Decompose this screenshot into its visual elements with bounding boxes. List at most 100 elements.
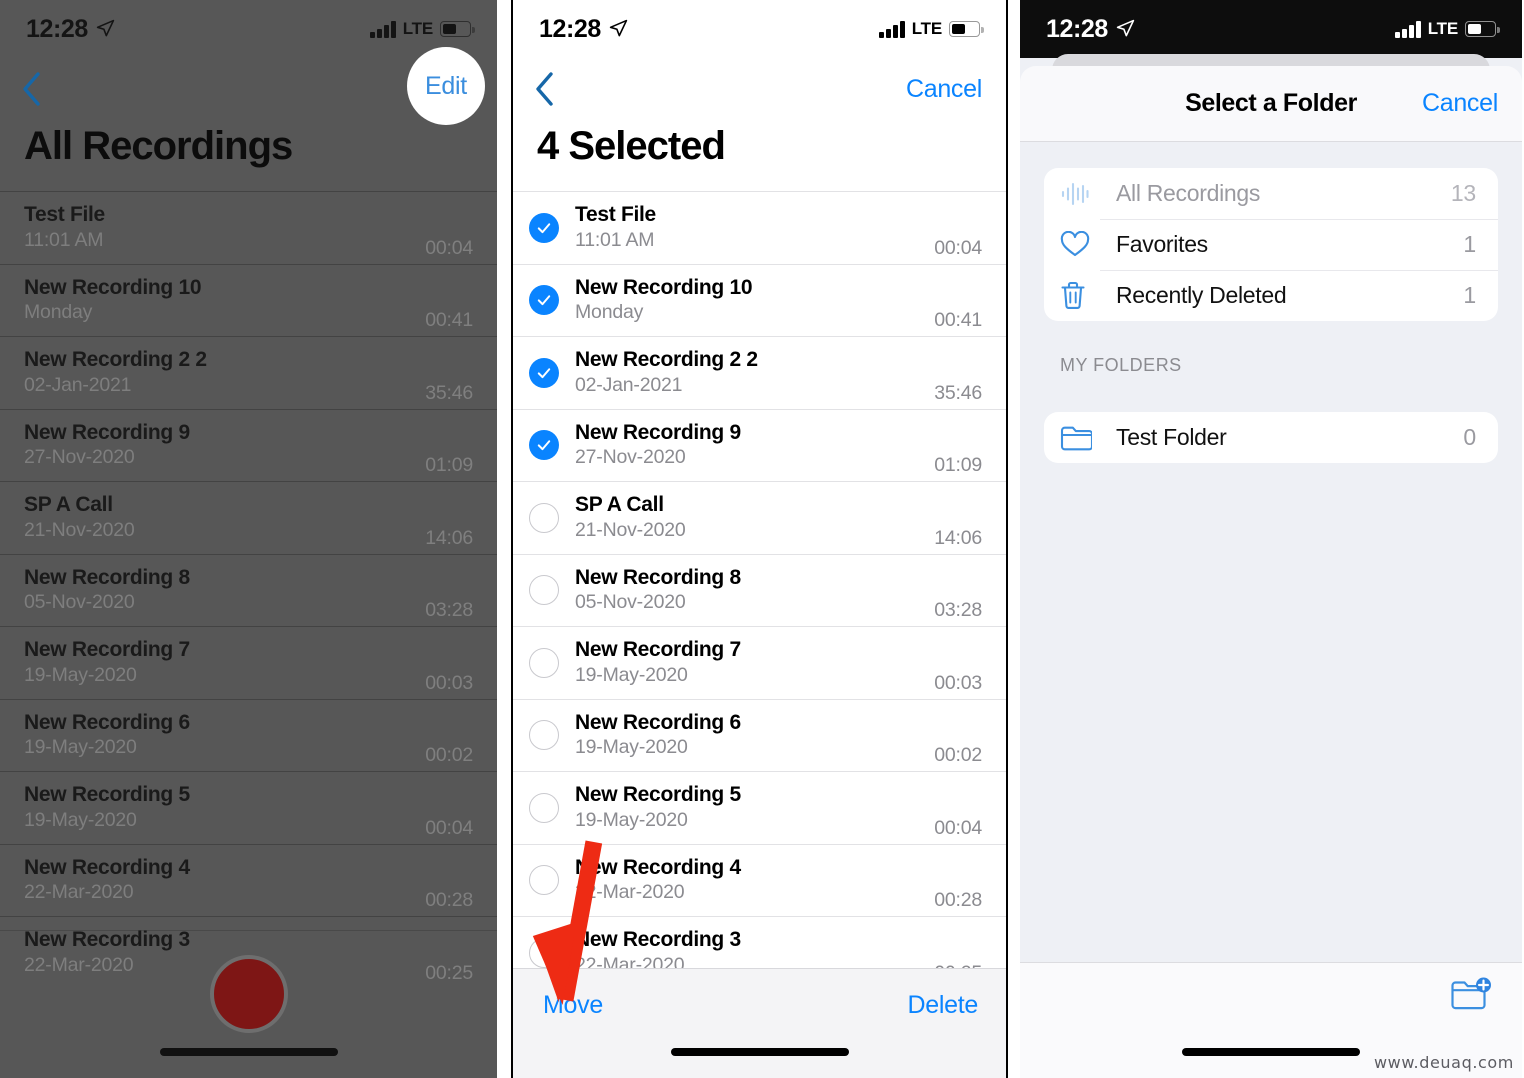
checkbox-unchecked-icon[interactable]: [529, 865, 559, 896]
recording-name: New Recording 8: [24, 565, 190, 589]
recording-row[interactable]: New Recording 4 22-Mar-2020 00:28: [513, 843, 1006, 917]
new-folder-button[interactable]: [1450, 977, 1492, 1016]
recording-duration: 00:41: [425, 309, 473, 331]
checkbox-checked-icon[interactable]: [529, 430, 559, 461]
recording-date: 19-May-2020: [575, 808, 688, 831]
cancel-button[interactable]: Cancel: [906, 75, 982, 104]
recording-duration: 00:04: [934, 816, 982, 839]
recording-date: 21-Nov-2020: [24, 518, 135, 541]
recordings-list[interactable]: Test File 11:01 AM 00:04 New Recording 10 Mo…: [513, 191, 1006, 989]
recording-name: New Recording 5: [24, 783, 190, 807]
location-arrow-icon: [96, 19, 115, 36]
folder-row-test-folder[interactable]: Test Folder 0: [1044, 412, 1498, 463]
selection-toggle[interactable]: [513, 865, 575, 896]
back-button[interactable]: [527, 72, 561, 106]
recording-text-group: New Recording 8 05-Nov-2020: [575, 565, 934, 616]
recording-row[interactable]: Test File 11:01 AM 00:04: [513, 191, 1006, 264]
selection-toggle[interactable]: [513, 357, 575, 388]
recording-row[interactable]: New Recording 7 19-May-2020 00:03: [513, 626, 1006, 699]
cellular-bars-icon: [1395, 20, 1421, 38]
recording-duration: 00:03: [425, 671, 473, 694]
record-button[interactable]: [209, 955, 288, 1033]
delete-button[interactable]: Delete: [908, 991, 979, 1020]
waveform-icon: [1060, 181, 1116, 207]
checkbox-checked-icon[interactable]: [529, 285, 559, 316]
selection-toggle[interactable]: [513, 647, 575, 678]
recording-row[interactable]: New Recording 8 05-Nov-2020 03:28: [513, 553, 1006, 627]
screenshot-triptych: 12:28 LTE Edit Edit All Recordings: [0, 0, 1524, 1078]
recording-text-group: Test File 11:01 AM: [575, 202, 934, 253]
recording-row[interactable]: New Recording 6 19-May-2020 00:02: [0, 698, 497, 772]
recording-name: New Recording 4: [575, 855, 741, 879]
recording-date: 19-May-2020: [575, 736, 688, 759]
recording-row[interactable]: Test File 11:01 AM 00:04: [0, 191, 497, 264]
checkbox-unchecked-icon[interactable]: [529, 502, 559, 533]
move-button[interactable]: Move: [543, 991, 603, 1020]
edit-button-highlight[interactable]: Edit: [407, 47, 485, 125]
selection-toggle[interactable]: [513, 720, 575, 751]
recording-date: 19-May-2020: [575, 663, 688, 686]
recording-date: Monday: [24, 301, 93, 324]
selection-toggle[interactable]: [513, 575, 575, 606]
checkbox-unchecked-icon[interactable]: [529, 720, 559, 751]
back-button[interactable]: [14, 72, 48, 106]
recording-duration: 00:28: [425, 889, 473, 911]
recording-text-group: New Recording 10 Monday: [24, 275, 425, 326]
checkbox-unchecked-icon[interactable]: [529, 575, 559, 606]
selection-toggle[interactable]: [513, 430, 575, 461]
panel-divider-2: [1008, 0, 1020, 1078]
recording-row[interactable]: New Recording 8 05-Nov-2020 03:28: [0, 553, 497, 627]
recording-date: 19-May-2020: [24, 736, 137, 759]
selection-toggle[interactable]: [513, 285, 575, 316]
chevron-left-icon: [23, 72, 40, 106]
checkbox-checked-icon[interactable]: [529, 357, 559, 388]
watermark: www.deuaq.com: [1373, 1053, 1514, 1072]
new-folder-icon: [1451, 977, 1491, 1010]
folder-label: Test Folder: [1116, 424, 1227, 450]
folder-row-all-recordings: All Recordings 13: [1044, 168, 1498, 219]
recording-row[interactable]: New Recording 9 27-Nov-2020 01:09: [513, 408, 1006, 482]
recordings-list[interactable]: Test File 11:01 AM 00:04 New Recording 10 Mo…: [0, 191, 497, 989]
selection-toggle[interactable]: [513, 937, 575, 968]
recording-row[interactable]: New Recording 4 22-Mar-2020 00:28: [0, 843, 497, 917]
recording-name: New Recording 7: [24, 638, 190, 662]
recording-row[interactable]: New Recording 9 27-Nov-2020 01:09: [0, 408, 497, 482]
selection-toggle[interactable]: [513, 792, 575, 823]
recording-name: New Recording 9: [24, 420, 190, 444]
status-time-group: 12:28: [539, 15, 628, 44]
recording-row[interactable]: New Recording 6 19-May-2020 00:02: [513, 698, 1006, 772]
my-folders-card[interactable]: Test Folder 0: [1044, 412, 1498, 463]
smart-folders-card[interactable]: All Recordings 13 Favorites 1 Recently Delet…: [1044, 168, 1498, 321]
recording-duration: 00:41: [934, 309, 982, 331]
recording-row[interactable]: SP A Call 21-Nov-2020 14:06: [513, 481, 1006, 554]
recording-name: SP A Call: [24, 493, 113, 517]
checkbox-unchecked-icon[interactable]: [529, 647, 559, 678]
recording-duration: 00:04: [425, 236, 473, 259]
recording-row[interactable]: New Recording 5 19-May-2020 00:04: [0, 771, 497, 844]
recording-row[interactable]: SP A Call 21-Nov-2020 14:06: [0, 481, 497, 554]
selection-count-title: 4 Selected: [537, 124, 726, 168]
checkbox-unchecked-icon[interactable]: [529, 792, 559, 823]
selection-toggle[interactable]: [513, 502, 575, 533]
recording-row[interactable]: New Recording 2 2 02-Jan-2021 35:46: [0, 336, 497, 409]
recording-duration: 00:03: [934, 671, 982, 694]
page-title: All Recordings: [24, 124, 293, 168]
status-indicators: LTE: [1395, 19, 1500, 39]
recording-row[interactable]: New Recording 2 2 02-Jan-2021 35:46: [513, 336, 1006, 409]
recording-row[interactable]: New Recording 5 19-May-2020 00:04: [513, 771, 1006, 844]
folder-row-recently-deleted[interactable]: Recently Deleted 1: [1044, 270, 1498, 321]
checkbox-unchecked-icon[interactable]: [529, 937, 559, 968]
recording-name: New Recording 5: [575, 783, 741, 807]
status-indicators: LTE: [879, 19, 984, 39]
recording-row[interactable]: New Recording 7 19-May-2020 00:03: [0, 626, 497, 699]
sheet-cancel-button[interactable]: Cancel: [1422, 89, 1498, 118]
checkbox-checked-icon[interactable]: [529, 212, 559, 243]
recording-row[interactable]: New Recording 10 Monday 00:41: [0, 263, 497, 337]
selection-toggle[interactable]: [513, 212, 575, 243]
folder-row-favorites[interactable]: Favorites 1: [1044, 219, 1498, 270]
recording-row[interactable]: New Recording 10 Monday 00:41: [513, 263, 1006, 337]
recording-text-group: Test File 11:01 AM: [24, 202, 425, 253]
recording-name: New Recording 10: [575, 275, 753, 299]
recording-date: 22-Mar-2020: [24, 881, 134, 904]
recording-date: 02-Jan-2021: [24, 373, 132, 396]
